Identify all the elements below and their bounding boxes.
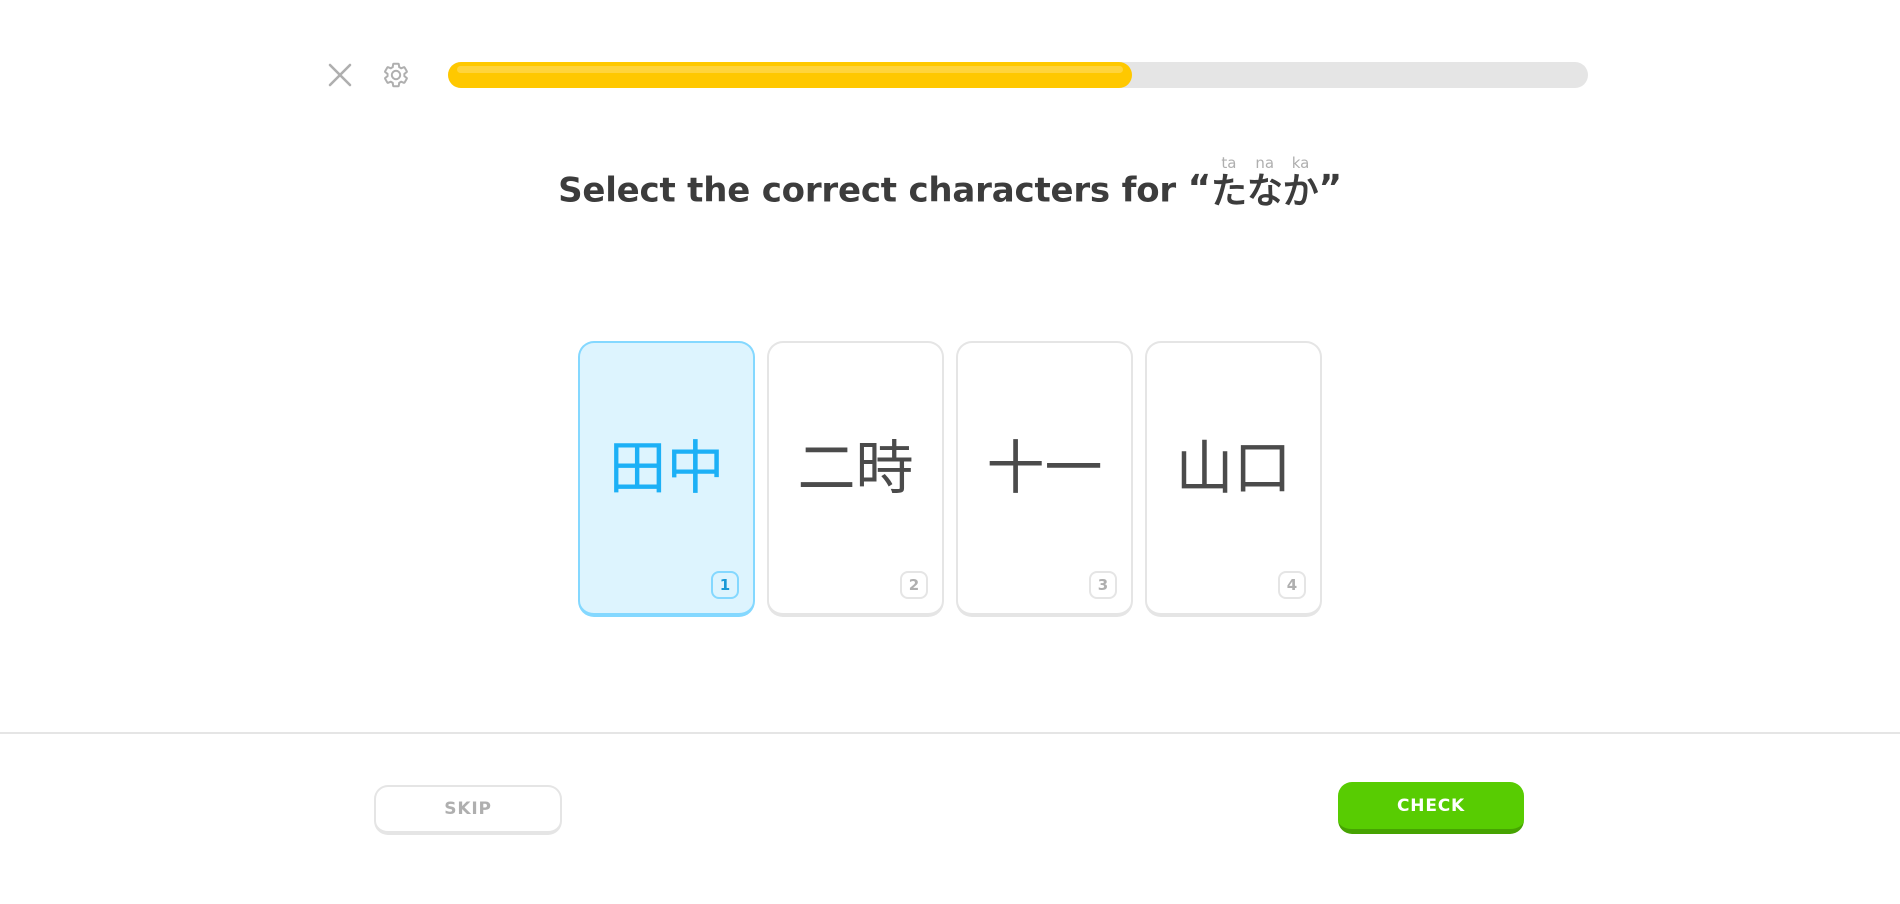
gear-icon — [382, 61, 410, 89]
choice-card-glyph: 田中 — [608, 434, 725, 502]
close-icon — [327, 62, 353, 88]
check-button[interactable]: CHECK — [1338, 782, 1524, 834]
ruby-base: た — [1211, 170, 1247, 212]
settings-button[interactable] — [374, 53, 418, 97]
prompt-close-quote: ” — [1318, 167, 1342, 209]
lesson-header — [0, 0, 1900, 150]
prompt-lead-text: Select the correct characters for — [558, 170, 1188, 211]
choice-card-number: 3 — [1089, 571, 1117, 599]
ruby-unit: na な — [1247, 155, 1283, 210]
choice-card-3[interactable]: 十一 3 — [956, 341, 1133, 617]
choice-card-list: 田中 1 二時 2 十一 3 山口 4 — [0, 341, 1900, 617]
close-button[interactable] — [318, 53, 362, 97]
prompt-container: Select the correct characters for “ ta た… — [0, 152, 1900, 211]
ruby-unit: ta た — [1211, 155, 1247, 210]
choice-card-2[interactable]: 二時 2 — [767, 341, 944, 617]
ruby-base: な — [1246, 170, 1283, 212]
choice-card-glyph: 二時 — [797, 434, 914, 502]
choice-card-number: 2 — [900, 571, 928, 599]
choice-card-1[interactable]: 田中 1 — [578, 341, 755, 617]
ruby-unit: ka か — [1283, 155, 1319, 210]
ruby-reading: ta — [1221, 154, 1237, 172]
skip-button[interactable]: SKIP — [374, 785, 562, 835]
lesson-footer: SKIP CHECK — [0, 734, 1900, 904]
choice-card-4[interactable]: 山口 4 — [1145, 341, 1322, 617]
ruby-reading: na — [1255, 154, 1275, 172]
prompt-ruby-group: ta た na な ka か — [1211, 155, 1319, 210]
ruby-reading: ka — [1291, 154, 1310, 172]
lesson-progress-bar — [448, 62, 1588, 88]
prompt-open-quote: “ — [1187, 167, 1212, 209]
progress-highlight — [457, 66, 1123, 73]
lesson-progress-fill — [448, 62, 1132, 88]
choice-card-number: 4 — [1278, 571, 1306, 599]
ruby-base: か — [1282, 170, 1319, 212]
choice-card-glyph: 山口 — [1175, 434, 1292, 502]
choice-card-number: 1 — [711, 571, 739, 599]
choice-card-glyph: 十一 — [986, 434, 1103, 502]
exercise-prompt: Select the correct characters for “ ta た… — [558, 152, 1342, 211]
